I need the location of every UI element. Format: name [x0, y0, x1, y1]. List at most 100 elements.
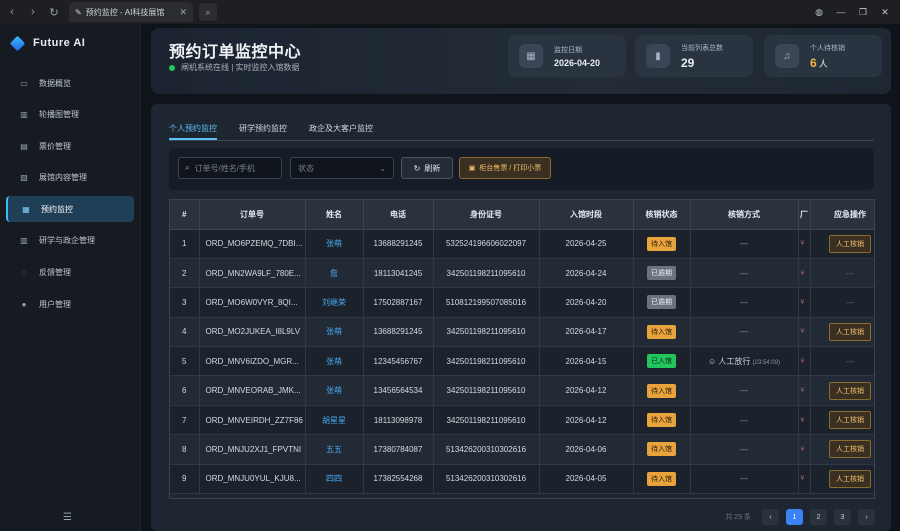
- column-header: 应急操作: [810, 200, 874, 230]
- status-badge: 待入馆: [647, 471, 676, 486]
- status-select-value: 状态: [298, 163, 314, 173]
- customer-name[interactable]: 五五: [305, 434, 364, 465]
- table-row[interactable]: 7 ORD_MNVEIRDH_ZZ7F86 胡星星 18113098978 342501…: [170, 405, 874, 436]
- reload-icon[interactable]: ↻: [45, 3, 63, 21]
- orders-table-wrap[interactable]: # 订单号 姓名 电话 身份证号 入馆时段 核销状态 核销方式厂应急操作 1 ORD_MO6PZ…: [169, 199, 875, 499]
- customer-name[interactable]: 四四: [305, 464, 364, 495]
- sidebar-item[interactable]: ▥ 轮播图管理: [6, 102, 134, 128]
- verify-method-cell: ☺ 人工放行 (23:54:09): [690, 346, 799, 377]
- app-window: ‹ › ↻ ✎ 预约监控 - AI科技展馆 ✕ ⌕ ◍ — ❐ ✕ Future…: [0, 0, 900, 531]
- phone: 18113098978: [363, 405, 434, 436]
- tab-study[interactable]: 研学预约监控: [239, 123, 287, 140]
- manual-verify-button[interactable]: 人工核销: [829, 469, 871, 488]
- verify-status-cell: 待入馆: [633, 464, 691, 495]
- verify-method-cell: ---: [690, 464, 799, 495]
- stat-label: 当前列表总数: [681, 44, 723, 52]
- table-row[interactable]: 2 ORD_MN2WA9LF_780E... 詹 18113041245 3425011…: [170, 258, 874, 289]
- search-icon: ⌕: [185, 163, 190, 172]
- customer-name[interactable]: 胡星星: [305, 405, 364, 436]
- sidebar-item[interactable]: ▤ 票价管理: [6, 133, 134, 159]
- sidebar-item[interactable]: ▥ 研学与政企管理: [6, 228, 134, 254]
- menu-toggle-icon[interactable]: ☰: [63, 512, 72, 523]
- manual-verify-button[interactable]: 人工核销: [829, 322, 871, 341]
- sidebar-item[interactable]: ● 用户管理: [6, 291, 134, 317]
- search-icon[interactable]: ⌕: [199, 3, 217, 21]
- table-row[interactable]: 5 ORD_MNV6IZDO_MGR... 张萌 12345456767 3425011…: [170, 346, 874, 377]
- price-cell: ¥: [798, 258, 811, 289]
- refresh-button[interactable]: ↻ 刷新: [401, 157, 453, 179]
- sidebar-item[interactable]: ◌ 反馈管理: [6, 260, 134, 286]
- customer-name[interactable]: 张萌: [305, 346, 364, 377]
- sidebar-item[interactable]: ▨ 展馆内容管理: [6, 165, 134, 191]
- search-input[interactable]: [194, 163, 275, 173]
- row-number: 2: [170, 258, 200, 289]
- page-2-button[interactable]: 2: [810, 509, 827, 525]
- close-icon[interactable]: ✕: [876, 3, 894, 21]
- manual-verify-button[interactable]: 人工核销: [829, 234, 871, 253]
- verify-method: ☺ 人工放行 (23:54:09): [708, 357, 780, 366]
- entry-date: 2026-04-24: [539, 258, 634, 289]
- prev-page-button[interactable]: ‹: [762, 509, 779, 525]
- browser-titlebar: ‹ › ↻ ✎ 预约监控 - AI科技展馆 ✕ ⌕ ◍ — ❐ ✕: [0, 0, 900, 24]
- order-number: ORD_MO6PZEMQ_7DBI...: [199, 229, 306, 259]
- sidebar-item[interactable]: ▦ 预约监控: [6, 196, 134, 223]
- entry-date: 2026-04-25: [539, 229, 634, 259]
- manual-verify-button[interactable]: 人工核销: [829, 440, 871, 459]
- row-number: 9: [170, 464, 200, 495]
- verify-method-cell: ---: [690, 229, 799, 259]
- manual-verify-button[interactable]: 人工核销: [829, 411, 871, 430]
- customer-name[interactable]: 张萌: [305, 375, 364, 406]
- restore-icon[interactable]: ❐: [854, 3, 872, 21]
- table-row[interactable]: 3 ORD_MO6W0VYR_8QI... 刘继荣 17502887167 510812…: [170, 287, 874, 318]
- status-select[interactable]: 状态 ⌄: [290, 157, 394, 179]
- customer-name[interactable]: 张萌: [305, 317, 364, 348]
- row-number: 5: [170, 346, 200, 377]
- tab-enterprise[interactable]: 政企及大客户监控: [309, 123, 373, 140]
- table-row[interactable]: 9 ORD_MNJU0YUL_KJU8... 四四 17382554268 513426…: [170, 464, 874, 495]
- tab-personal[interactable]: 个人预约监控: [169, 123, 217, 140]
- minimize-icon[interactable]: —: [832, 3, 850, 21]
- tab-bar: 个人预约监控 研学预约监控 政企及大客户监控: [169, 123, 874, 141]
- next-page-button[interactable]: ›: [858, 509, 875, 525]
- phone: 13688291245: [363, 229, 434, 259]
- entry-date: 2026-04-20: [539, 287, 634, 318]
- table-row[interactable]: 1 ORD_MO6PZEMQ_7DBI... 张萌 13688291245 532524…: [170, 229, 874, 259]
- refresh-icon: ↻: [413, 163, 421, 173]
- phone: 17382554268: [363, 464, 434, 495]
- page-1-button[interactable]: 1: [786, 509, 803, 525]
- calendar-icon: ▦: [22, 204, 30, 214]
- brand[interactable]: Future AI: [0, 24, 140, 62]
- verify-method-cell: ---: [690, 375, 799, 406]
- pending-unit: 人: [818, 58, 828, 69]
- building-icon: ▥: [20, 236, 28, 246]
- forward-icon[interactable]: ›: [24, 3, 42, 21]
- print-ticket-button[interactable]: ▣ 柜台售票 / 打印小票: [459, 157, 551, 179]
- customer-name[interactable]: 张萌: [305, 229, 364, 259]
- row-number: 6: [170, 375, 200, 406]
- table-row[interactable]: 6 ORD_MNVEORAB_JMK... 张萌 13456564534 3425011…: [170, 375, 874, 406]
- table-row[interactable]: 8 ORD_MNJU2XJ1_FPVTNI 五五 17380784087 5134262…: [170, 434, 874, 465]
- sidebar-item[interactable]: ▭ 数据概览: [6, 70, 134, 96]
- back-icon[interactable]: ‹: [3, 3, 21, 21]
- browser-tab[interactable]: ✎ 预约监控 - AI科技展馆 ✕: [69, 2, 193, 22]
- tab-close-icon[interactable]: ✕: [179, 7, 187, 18]
- id-number: 342501198211095610: [433, 375, 540, 406]
- page-3-button[interactable]: 3: [834, 509, 851, 525]
- price-cell: ¥: [798, 405, 811, 436]
- phone: 17380784087: [363, 434, 434, 465]
- stat-label: 监控日期: [554, 46, 582, 54]
- id-number: 532524196606022097: [433, 229, 540, 259]
- table-row[interactable]: 4 ORD_MO2JUKEA_I8L9LV 张萌 13688291245 3425011…: [170, 317, 874, 348]
- verify-status-cell: 待入馆: [633, 375, 691, 406]
- online-dot-icon: [169, 64, 175, 71]
- customer-name[interactable]: 詹: [305, 258, 364, 289]
- verify-status-cell: 待入馆: [633, 405, 691, 436]
- verify-status-cell: 待入馆: [633, 229, 691, 259]
- ticket-icon: ▣: [468, 165, 476, 172]
- emergency-op-cell: 人工核销: [810, 464, 874, 495]
- manual-verify-button[interactable]: 人工核销: [829, 381, 871, 400]
- customer-name[interactable]: 刘继荣: [305, 287, 364, 318]
- search-field[interactable]: ⌕: [178, 157, 282, 179]
- sidebar-item-label: 轮播图管理: [39, 110, 79, 120]
- globe-icon[interactable]: ◍: [810, 3, 828, 21]
